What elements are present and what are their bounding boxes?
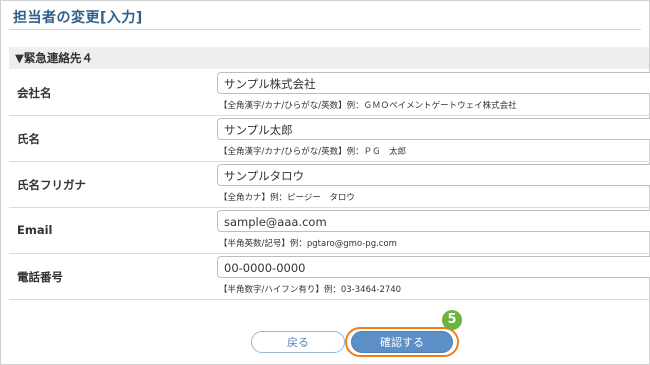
phone-hint: 【半角数字/ハイフン有り】例：03-3464-2740 — [219, 285, 402, 295]
form-row-name: 氏名 サンプル太郎 【全角漢字/カナ/ひらがな/英数】例：ＰＧ 太郎 — [9, 115, 650, 162]
furigana-input[interactable]: サンプルタロウ — [217, 164, 650, 186]
name-input[interactable]: サンプル太郎 — [217, 118, 650, 140]
furigana-label: 氏名フリガナ — [17, 178, 86, 192]
section-header: ▼緊急連絡先４ — [9, 47, 649, 69]
furigana-hint: 【全角カナ】例：ピージー タロウ — [219, 193, 355, 203]
page-title: 担当者の変更[入力] — [13, 10, 143, 26]
phone-label: 電話番号 — [17, 270, 63, 284]
page-frame: 担当者の変更[入力] ▼緊急連絡先４ 会社名 サンプル株式会社 【全角漢字/カナ… — [0, 0, 650, 365]
form-row-email: Email sample@aaa.com 【半角英数/記号】例：pgtaro@g… — [9, 207, 650, 254]
name-hint: 【全角漢字/カナ/ひらがな/英数】例：ＰＧ 太郎 — [219, 147, 407, 157]
back-button[interactable]: 戻る — [251, 331, 345, 353]
email-input[interactable]: sample@aaa.com — [217, 210, 650, 232]
phone-input[interactable]: 00-0000-0000 — [217, 256, 650, 278]
step-number-badge: 5 — [442, 310, 462, 330]
email-label: Email — [17, 223, 53, 237]
form-row-furigana: 氏名フリガナ サンプルタロウ 【全角カナ】例：ピージー タロウ — [9, 161, 650, 208]
company-label: 会社名 — [17, 86, 52, 100]
company-input[interactable]: サンプル株式会社 — [217, 72, 650, 94]
title-divider — [9, 29, 641, 30]
company-hint: 【全角漢字/カナ/ひらがな/英数】例：ＧＭＯペイメントゲートウェイ株式会社 — [219, 101, 517, 111]
name-label: 氏名 — [17, 132, 40, 146]
form-row-company: 会社名 サンプル株式会社 【全角漢字/カナ/ひらがな/英数】例：ＧＭＯペイメント… — [9, 69, 650, 116]
form-row-phone: 電話番号 00-0000-0000 【半角数字/ハイフン有り】例：03-3464… — [9, 253, 650, 300]
confirm-button[interactable]: 確認する — [351, 331, 453, 353]
email-hint: 【半角英数/記号】例：pgtaro@gmo-pg.com — [219, 239, 397, 249]
